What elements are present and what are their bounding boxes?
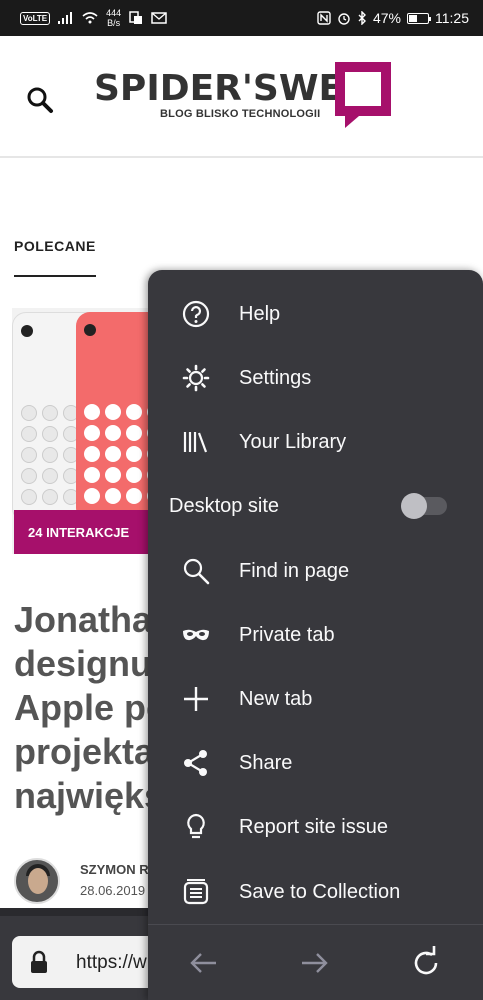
search-icon xyxy=(182,557,210,585)
notification-icon xyxy=(129,11,143,25)
message-icon xyxy=(151,11,167,25)
site-header: SPIDER'SWEB BLOG BLISKO TECHNOLOGII xyxy=(0,36,483,158)
article-headline[interactable]: Jonatha designu. Apple po projekta najwi… xyxy=(14,598,154,818)
battery-level xyxy=(409,14,418,22)
gear-icon xyxy=(182,364,210,392)
menu-item-label: Your Library xyxy=(239,431,347,453)
alarm-icon xyxy=(337,11,351,25)
search-icon xyxy=(24,84,56,116)
menu-item-share[interactable]: Share xyxy=(148,731,483,795)
collection-icon xyxy=(182,878,210,906)
menu-item-your-library[interactable]: Your Library xyxy=(148,410,483,474)
lock-icon[interactable] xyxy=(28,950,50,974)
wifi-icon xyxy=(82,12,98,24)
author-avatar[interactable] xyxy=(14,858,60,904)
menu-item-desktop-site[interactable]: Desktop site xyxy=(148,474,483,538)
camera-dot xyxy=(21,325,33,337)
screen: VoLTE 444 B/s 47% 11:25 SPIDER'SWEB BLOG… xyxy=(0,0,483,1000)
site-logo-text[interactable]: SPIDER'SWEB xyxy=(94,68,371,109)
plus-icon xyxy=(182,685,210,713)
battery-percent: 47% xyxy=(372,10,401,26)
headline-line: największ xyxy=(14,775,154,816)
back-button[interactable] xyxy=(184,943,224,983)
clock: 11:25 xyxy=(435,10,469,26)
logo-speech-bubble-icon[interactable] xyxy=(335,62,391,128)
battery-icon xyxy=(407,12,431,24)
headline-line: projekta xyxy=(14,731,154,772)
camera-dot xyxy=(84,324,96,336)
browser-overflow-menu: Help Settings Your Library Desktop site … xyxy=(148,270,483,1000)
net-speed-unit: B/s xyxy=(107,18,121,28)
menu-item-label: Share xyxy=(239,752,293,774)
menu-item-report-site-issue[interactable]: Report site issue xyxy=(148,795,483,859)
desktop-site-toggle[interactable] xyxy=(401,493,447,519)
menu-item-find-in-page[interactable]: Find in page xyxy=(148,539,483,603)
lightbulb-icon xyxy=(182,813,210,841)
volte-indicator: VoLTE xyxy=(20,11,51,25)
status-bar-left: VoLTE 444 B/s xyxy=(20,0,167,36)
back-arrow-icon xyxy=(184,943,224,983)
headline-line: Apple po xyxy=(14,687,154,728)
menu-item-settings[interactable]: Settings xyxy=(148,346,483,410)
menu-item-label: Find in page xyxy=(239,560,350,582)
bluetooth-icon xyxy=(357,11,367,25)
status-bar: VoLTE 444 B/s 47% 11:25 xyxy=(0,0,483,36)
headline-line: Jonatha xyxy=(14,599,153,640)
author-name[interactable]: SZYMON R xyxy=(80,862,150,877)
net-speed-value: 444 xyxy=(106,8,122,18)
menu-item-label: Private tab xyxy=(239,624,335,646)
article-date: 28.06.2019 xyxy=(80,883,146,898)
share-icon xyxy=(182,749,210,777)
site-search-button[interactable] xyxy=(24,84,56,116)
forward-arrow-icon xyxy=(294,943,334,983)
reload-icon xyxy=(406,943,446,983)
section-title[interactable]: POLECANE xyxy=(14,238,96,254)
menu-item-help[interactable]: Help xyxy=(148,282,483,346)
toggle-knob xyxy=(401,493,427,519)
forward-button[interactable] xyxy=(294,943,334,983)
avatar-face xyxy=(28,868,48,894)
menu-item-label: Help xyxy=(239,303,281,325)
menu-navigation-bar xyxy=(148,924,483,1000)
mask-icon xyxy=(182,621,210,649)
signal-icon xyxy=(58,12,74,24)
menu-item-label: Report site issue xyxy=(239,816,388,838)
library-icon xyxy=(182,428,210,456)
menu-item-label: Desktop site xyxy=(169,495,280,517)
status-bar-right: 47% 11:25 xyxy=(317,0,469,36)
menu-item-label: Save to Collection xyxy=(239,881,401,903)
site-logo-tagline: BLOG BLISKO TECHNOLOGII xyxy=(160,108,321,120)
menu-item-label: Settings xyxy=(239,367,312,389)
menu-item-private-tab[interactable]: Private tab xyxy=(148,603,483,667)
interactions-badge[interactable]: 24 INTERAKCJE xyxy=(14,510,150,554)
menu-item-save-to-collection[interactable]: Save to Collection xyxy=(148,860,483,924)
reload-button[interactable] xyxy=(406,943,446,983)
help-circle-icon xyxy=(182,300,210,328)
nfc-icon xyxy=(317,11,331,25)
headline-line: designu. xyxy=(14,643,154,684)
section-underline xyxy=(14,275,96,277)
menu-item-new-tab[interactable]: New tab xyxy=(148,667,483,731)
menu-item-label: New tab xyxy=(239,688,313,710)
net-speed: 444 B/s xyxy=(106,8,121,28)
